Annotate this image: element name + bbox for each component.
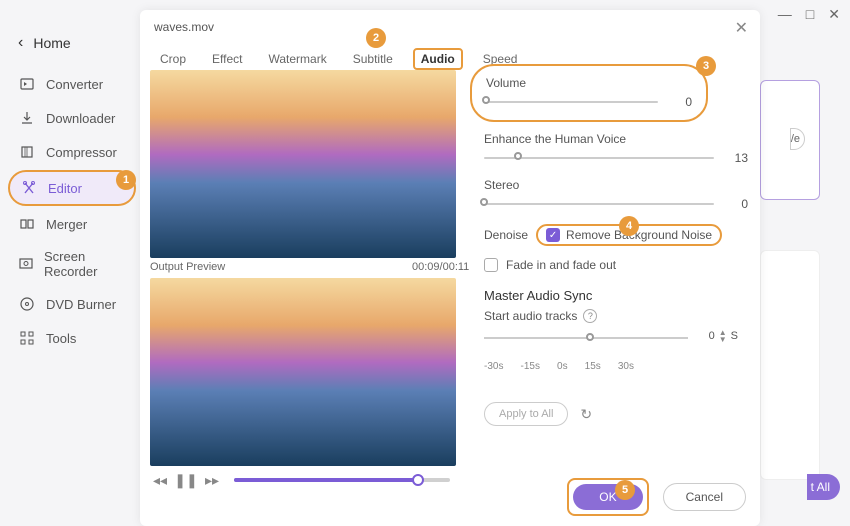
sidebar-item-dvd-burner[interactable]: DVD Burner [8,288,136,320]
sync-value: 0 [709,330,715,342]
stereo-slider[interactable]: 0 [484,196,748,212]
screen-recorder-icon [18,255,34,273]
sidebar-item-compressor[interactable]: Compressor [8,136,136,168]
sync-spinner[interactable]: ▲▼ [719,329,727,343]
sync-sublabel: Start audio tracks [484,309,577,323]
sidebar-item-label: Editor [48,181,82,196]
sidebar-item-label: Downloader [46,111,115,126]
back-arrow-icon: ‹ [18,34,23,52]
timeline-slider[interactable] [234,478,450,482]
minimize-button[interactable]: — [778,6,792,23]
bg-card2 [760,250,820,480]
preview-original [150,70,456,258]
enhance-slider[interactable]: 13 [484,150,748,166]
badge-2: 2 [366,28,386,48]
sidebar-item-label: Screen Recorder [44,249,126,279]
converter-icon [18,75,36,93]
pause-button[interactable]: ❚❚ [176,470,196,490]
audio-panel: Volume 0 3 Enhance the Human Voice 13 St… [484,72,748,426]
sidebar-item-downloader[interactable]: Downloader [8,102,136,134]
fade-checkbox[interactable] [484,258,498,272]
enhance-value: 13 [728,151,748,165]
volume-label: Volume [486,76,692,90]
close-button[interactable]: ✕ [828,6,840,23]
compressor-icon [18,143,36,161]
editor-dialog: waves.mov ✕ Crop Effect Watermark Subtit… [140,10,760,526]
tabs: Crop Effect Watermark Subtitle Audio Spe… [154,48,523,70]
denoise-label: Denoise [484,228,528,242]
window-controls: — □ ✕ [778,6,840,23]
sidebar: ‹ Home Converter Downloader Compressor E… [8,28,136,356]
sidebar-item-label: Compressor [46,145,117,160]
sync-slider[interactable]: 0 ▲▼ S [484,333,748,359]
sidebar-item-label: DVD Burner [46,297,116,312]
tab-crop[interactable]: Crop [154,48,192,70]
sidebar-item-converter[interactable]: Converter [8,68,136,100]
volume-group: Volume 0 3 [470,64,708,122]
tab-watermark[interactable]: Watermark [262,48,332,70]
editor-icon [20,179,38,197]
badge-4: 4 [619,216,639,236]
enhance-label: Enhance the Human Voice [484,132,748,146]
sidebar-item-label: Converter [46,77,103,92]
sync-unit: S [731,330,738,342]
remove-bg-noise-checkbox[interactable]: ✓ [546,228,560,242]
sync-title: Master Audio Sync [484,288,748,303]
badge-1: 1 [116,170,136,190]
tab-subtitle[interactable]: Subtitle [347,48,399,70]
dialog-title: waves.mov [154,20,214,34]
maximize-button[interactable]: □ [806,6,814,23]
sidebar-item-editor[interactable]: Editor 1 [8,170,136,206]
dialog-close-button[interactable]: ✕ [735,18,748,38]
ok-highlight: OK [567,478,648,516]
sidebar-item-label: Tools [46,331,76,346]
home-label: Home [33,35,70,51]
sidebar-item-screen-recorder[interactable]: Screen Recorder [8,242,136,286]
next-button[interactable]: ▸▸ [202,470,222,490]
sidebar-item-merger[interactable]: Merger [8,208,136,240]
player-controls: ◂◂ ❚❚ ▸▸ [150,470,456,490]
apply-to-all-button[interactable]: Apply to All [484,402,568,426]
volume-slider[interactable]: 0 [486,94,692,110]
refresh-icon[interactable]: ↻ [580,406,592,423]
info-icon[interactable]: ? [583,309,597,323]
stereo-label: Stereo [484,178,748,192]
tab-effect[interactable]: Effect [206,48,248,70]
remove-bg-noise-group: 4 ✓ Remove Background Noise [536,224,722,246]
sync-tick-labels: -30s -15s 0s 15s 30s [484,361,634,372]
bg-convert-all-button: t All [807,474,840,500]
downloader-icon [18,109,36,127]
prev-button[interactable]: ◂◂ [150,470,170,490]
sidebar-item-label: Merger [46,217,87,232]
tools-icon [18,329,36,347]
preview-output [150,278,456,466]
badge-5: 5 [615,480,635,500]
sidebar-item-tools[interactable]: Tools [8,322,136,354]
preview-label: Output Preview [150,261,225,273]
dvd-icon [18,295,36,313]
badge-3: 3 [696,56,716,76]
volume-value: 0 [672,95,692,109]
merger-icon [18,215,36,233]
home-button[interactable]: ‹ Home [8,28,136,58]
remove-bg-noise-label: Remove Background Noise [566,228,712,242]
dialog-footer: OK Cancel [567,478,746,516]
stereo-value: 0 [728,197,748,211]
cancel-button[interactable]: Cancel [663,483,746,511]
preview-time: 00:09/00:11 [412,261,469,273]
tab-audio[interactable]: Audio [413,48,463,70]
fade-label: Fade in and fade out [506,258,616,272]
